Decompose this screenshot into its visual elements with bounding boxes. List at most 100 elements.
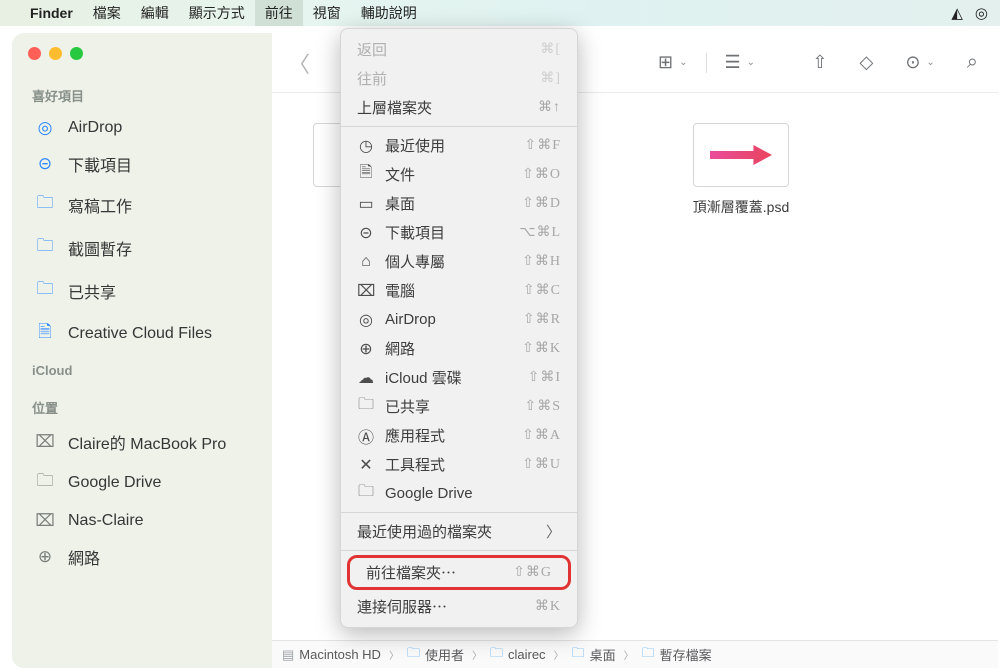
- download-icon: ⊝: [34, 154, 56, 174]
- clock-icon: ◷: [357, 136, 375, 156]
- menu-view[interactable]: 顯示方式: [179, 0, 255, 26]
- section-locations: 位置: [32, 398, 252, 417]
- section-icloud: iCloud: [32, 363, 252, 378]
- path-segment[interactable]: 🗀桌面: [572, 644, 616, 666]
- system-menubar: Finder 檔案 編輯 顯示方式 前往 視窗 輔助說明 ◭ ◎: [0, 0, 1000, 26]
- menu-item-icloud[interactable]: ☁iCloud 雲碟⇧⌘I: [341, 363, 577, 392]
- menu-item-recents[interactable]: ◷最近使用⇧⌘F: [341, 131, 577, 160]
- chevron-down-icon: ⌄: [926, 57, 934, 68]
- path-segment[interactable]: 🗀暫存檔案: [642, 644, 712, 666]
- path-segment[interactable]: ▤Macintosh HD: [282, 647, 381, 663]
- folder-icon: 🗀: [490, 644, 503, 666]
- menu-item-desktop[interactable]: ▭桌面⇧⌘D: [341, 189, 577, 218]
- sidebar-item-folder1[interactable]: 🗀寫稿工作: [32, 183, 252, 226]
- menu-item-network[interactable]: ⊕網路⇧⌘K: [341, 334, 577, 363]
- status-icon-1[interactable]: ◭: [951, 4, 963, 22]
- search-button[interactable]: ⌕: [963, 51, 982, 74]
- back-button[interactable]: 〈: [288, 47, 310, 79]
- sidebar-item-cc[interactable]: 🗎Creative Cloud Files: [32, 312, 252, 355]
- zoom-button[interactable]: [70, 47, 83, 60]
- go-menu-dropdown: 返回⌘[ 往前⌘] 上層檔案夾⌘↑ ◷最近使用⇧⌘F 🗎文件⇧⌘O ▭桌面⇧⌘D…: [340, 28, 578, 628]
- chevron-right-icon: 〉: [624, 647, 634, 662]
- menu-window[interactable]: 視窗: [303, 0, 351, 26]
- menu-go[interactable]: 前往: [255, 0, 303, 26]
- sidebar-item-airdrop[interactable]: ◎ AirDrop: [32, 111, 252, 145]
- tags-button[interactable]: ◇: [855, 52, 877, 73]
- folder-icon: 🗀: [34, 233, 56, 262]
- menu-item-enclosing[interactable]: 上層檔案夾⌘↑: [341, 93, 577, 122]
- folder-icon: 🗀: [357, 480, 375, 507]
- group-by-button[interactable]: ☰⌄: [721, 52, 760, 73]
- sidebar: 喜好項目 ◎ AirDrop ⊝ 下載項目 🗀寫稿工作 🗀 截圖暫存 🗀 已共享 🗎Cr…: [12, 33, 272, 668]
- menu-item-home[interactable]: ⌂個人專屬⇧⌘H: [341, 247, 577, 276]
- menu-item-airdrop[interactable]: ◎AirDrop⇧⌘R: [341, 305, 577, 334]
- airdrop-icon: ◎: [357, 310, 375, 330]
- folder-icon: 🗀: [34, 468, 56, 497]
- laptop-icon: ⌧: [34, 432, 56, 452]
- menu-edit[interactable]: 編輯: [131, 0, 179, 26]
- view-mode-icons[interactable]: ⊞⌄: [654, 52, 691, 73]
- menu-item-gdrive[interactable]: 🗀Google Drive: [341, 479, 577, 508]
- menu-item-recent-folders[interactable]: 最近使用過的檔案夾〉: [341, 517, 577, 546]
- tools-icon: ✕: [357, 455, 375, 475]
- toolbar-separator: [706, 53, 707, 73]
- close-button[interactable]: [28, 47, 41, 60]
- app-name[interactable]: Finder: [20, 5, 83, 21]
- highlight-annotation: 前往檔案夾⋯⇧⌘G: [347, 555, 571, 590]
- sidebar-item-folder2[interactable]: 🗀 截圖暫存: [32, 226, 252, 269]
- sidebar-item-gdrive[interactable]: 🗀Google Drive: [32, 461, 252, 504]
- menu-file[interactable]: 檔案: [83, 0, 131, 26]
- download-icon: ⊝: [357, 223, 375, 243]
- menu-separator: [341, 512, 577, 513]
- globe-icon: ⊕: [357, 339, 375, 359]
- menu-item-go-to-folder[interactable]: 前往檔案夾⋯⇧⌘G: [350, 558, 568, 587]
- chevron-right-icon: 〉: [554, 647, 564, 662]
- sidebar-item-label: Nas-Claire: [68, 512, 144, 530]
- home-icon: ⌂: [357, 253, 375, 271]
- shared-folder-icon: 🗀: [34, 276, 56, 305]
- sidebar-item-label: 網路: [68, 545, 100, 569]
- status-icon-2[interactable]: ◎: [975, 4, 988, 22]
- arrow-icon: [710, 145, 772, 165]
- sidebar-item-shared[interactable]: 🗀 已共享: [32, 269, 252, 312]
- minimize-button[interactable]: [49, 47, 62, 60]
- sidebar-item-network[interactable]: ⊕ 網路: [32, 538, 252, 576]
- sidebar-item-label: Creative Cloud Files: [68, 325, 212, 343]
- path-bar: ▤Macintosh HD 〉 🗀使用者 〉 🗀clairec 〉 🗀桌面 〉 …: [272, 640, 998, 668]
- window-controls: [12, 43, 272, 78]
- sidebar-item-label: 下載項目: [68, 152, 132, 176]
- disk-icon: ▤: [282, 647, 294, 663]
- chevron-right-icon: 〉: [389, 647, 399, 662]
- laptop-icon: ⌧: [357, 281, 375, 301]
- chevron-right-icon: 〉: [472, 647, 482, 662]
- sidebar-item-label: 截圖暫存: [68, 236, 132, 260]
- sidebar-item-downloads[interactable]: ⊝ 下載項目: [32, 145, 252, 183]
- menu-item-documents[interactable]: 🗎文件⇧⌘O: [341, 160, 577, 189]
- sidebar-item-label: 已共享: [68, 279, 116, 303]
- path-segment[interactable]: 🗀使用者: [407, 644, 464, 666]
- sidebar-item-macbook[interactable]: ⌧Claire的 MacBook Pro: [32, 423, 252, 461]
- cloud-icon: ☁: [357, 368, 375, 388]
- airdrop-icon: ◎: [34, 118, 56, 138]
- chevron-down-icon: ⌄: [747, 57, 755, 68]
- action-button[interactable]: ⊙⌄: [901, 52, 938, 73]
- globe-icon: ⊕: [34, 547, 56, 567]
- file-item[interactable]: 頂漸層覆蓋.psd: [676, 123, 806, 217]
- sidebar-item-label: AirDrop: [68, 119, 122, 137]
- file-thumbnail: [693, 123, 789, 187]
- path-segment[interactable]: 🗀clairec: [490, 644, 546, 666]
- share-button[interactable]: ⇧: [808, 52, 831, 73]
- menu-item-connect-server[interactable]: 連接伺服器⋯⌘K: [341, 592, 577, 621]
- menu-item-shared[interactable]: 🗀已共享⇧⌘S: [341, 392, 577, 421]
- sidebar-item-nas[interactable]: ⌧ Nas-Claire: [32, 504, 252, 538]
- laptop-icon: ⌧: [34, 511, 56, 531]
- menu-item-utilities[interactable]: ✕工具程式⇧⌘U: [341, 450, 577, 479]
- menu-item-downloads[interactable]: ⊝下載項目⌥⌘L: [341, 218, 577, 247]
- section-favorites: 喜好項目: [32, 86, 252, 105]
- menu-help[interactable]: 輔助說明: [351, 0, 427, 26]
- menu-item-computer[interactable]: ⌧電腦⇧⌘C: [341, 276, 577, 305]
- menu-item-applications[interactable]: Ⓐ應用程式⇧⌘A: [341, 421, 577, 450]
- desktop-icon: ▭: [357, 194, 375, 214]
- menu-separator: [341, 550, 577, 551]
- menu-item-back: 返回⌘[: [341, 35, 577, 64]
